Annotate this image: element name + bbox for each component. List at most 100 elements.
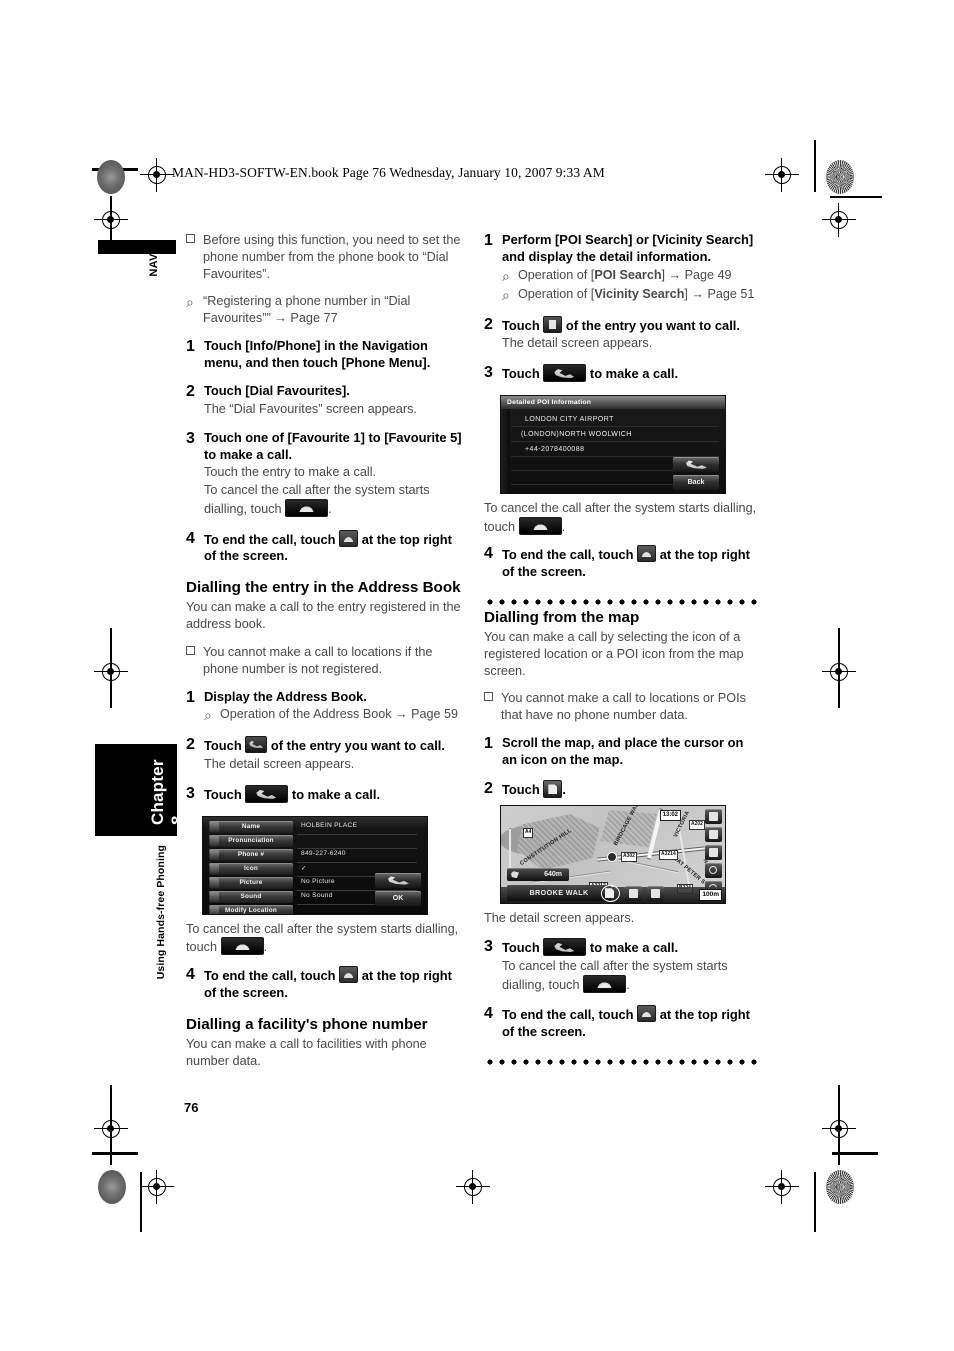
crop-mark-bottom-left	[92, 1152, 138, 1155]
density-dot-bottom-left	[98, 1170, 126, 1204]
poi-call-button[interactable]	[673, 456, 719, 472]
right-step-1: 1 Perform [POI Search] or [Vicinity Sear…	[484, 232, 762, 304]
ab-key-sound: Sound	[209, 890, 293, 903]
address-book-step-2: 2 Touch of the entry you want to call. T…	[186, 736, 464, 773]
caption-text-post: .	[263, 940, 268, 955]
make-call-button-icon	[543, 364, 587, 383]
step-number: 4	[186, 529, 195, 547]
right-step-2: 2 Touch of the entry you want to call. T…	[484, 315, 762, 353]
touch-text-post: to make a call.	[589, 940, 679, 956]
poi-separator	[511, 440, 719, 442]
registration-mark-upper-left	[94, 203, 128, 237]
ab-value-picture: No Picture	[301, 877, 335, 885]
reference-text: “Registering a phone number in “Dial Fav…	[203, 294, 411, 326]
end-call-button-icon	[339, 529, 359, 547]
step-subtext: The “Dial Favourites” screen appears.	[204, 402, 417, 417]
map-shield-a202: A202	[689, 820, 705, 831]
hangup-button-icon	[518, 516, 562, 535]
step-number: 2	[186, 736, 195, 754]
ref-post: ] → Page 51	[684, 286, 755, 301]
touch-text-post: to make a call.	[589, 366, 679, 382]
end-call-text-pre: To end the call, touch	[502, 547, 634, 563]
map-distance-indicator: 640m	[507, 868, 569, 882]
step-heading: Touch of the entry you want to call.	[502, 315, 762, 335]
touch-text-pre: Touch	[204, 738, 242, 754]
section-title-address-book: Dialling the entry in the Address Book	[186, 579, 461, 597]
crop-line-mid-right-vert	[838, 628, 840, 708]
section-divider-dots-top	[484, 598, 762, 605]
hangup-button-icon	[583, 974, 627, 993]
ab-value-name: HOLBEIN PLACE	[301, 821, 358, 829]
map-step-1: 1 Scroll the map, and place the cursor o…	[484, 735, 762, 769]
ref-post: ] → Page 49	[661, 267, 732, 282]
step-heading: Display the Address Book.	[204, 688, 367, 704]
crop-mark-bottom-right	[832, 1152, 878, 1155]
reference-text: Operation of the Address Book → Page 59	[220, 707, 459, 722]
step-number: 4	[484, 1005, 493, 1023]
touch-text-post: of the entry you want to call.	[270, 738, 445, 754]
note-dial-favourites: Before using this function, you need to …	[186, 232, 464, 282]
section-body-facility: You can make a call to facilities with p…	[186, 1036, 427, 1068]
map-shield-a302: A302	[621, 852, 637, 863]
map-route-view-button[interactable]	[705, 827, 722, 843]
end-call-button-icon	[637, 1005, 657, 1023]
step-heading: To end the call, touch at the top right …	[204, 529, 464, 566]
map-shield-a3214: A3214	[659, 850, 678, 861]
step-number: 3	[484, 938, 493, 956]
left-column: Before using this function, you need to …	[186, 232, 464, 1080]
ab-value-phone: 849-227-6240	[301, 849, 346, 857]
poi-back-button[interactable]: Back	[673, 474, 719, 490]
ref-pre: Operation of [	[518, 286, 595, 301]
map-zoom-out-button[interactable]	[705, 863, 722, 879]
step-heading: Touch [Dial Favourites].	[204, 383, 350, 399]
map-info-button-icon	[543, 780, 563, 799]
poi-screen-title: Detailed POI Information	[501, 395, 725, 409]
poi-line-address: (LONDON)NORTH WOOLWICH	[521, 430, 632, 438]
ab-value-icon: ✓	[301, 864, 307, 872]
poi-detail-screenshot: Detailed POI Information LONDON CITY AIR…	[500, 394, 726, 494]
step-number: 1	[186, 337, 195, 355]
ref-bold: POI Search	[594, 267, 662, 282]
registration-mark-bottom-left	[140, 1170, 174, 1204]
poi-line-phone: +44-2078400088	[525, 445, 585, 453]
ab-ok-button[interactable]: OK	[375, 890, 421, 906]
section-body-address-book: You can make a call to the entry registe…	[186, 600, 461, 632]
step-number: 3	[186, 429, 195, 447]
reference-registering-phone-number: ⌕ “Registering a phone number in “Dial F…	[186, 293, 464, 327]
right-column: 1 Perform [POI Search] or [Vicinity Sear…	[484, 232, 762, 1069]
map-clock: 13:02	[659, 810, 681, 822]
map-scale-label: 100m	[699, 889, 722, 902]
note-square-icon	[186, 644, 203, 678]
make-call-button-icon	[543, 938, 587, 957]
step-heading: Touch one of [Favourite 1] to [Favourite…	[204, 429, 462, 462]
step-subtext: The detail screen appears.	[204, 757, 355, 772]
ab-call-button[interactable]	[375, 872, 421, 888]
note-text: Before using this function, you need to …	[203, 233, 461, 281]
note-map: You cannot make a call to locations or P…	[484, 690, 762, 724]
right-step-4: 4 To end the call, touch at the top righ…	[484, 545, 762, 581]
reference-text: Operation of [POI Search] → Page 49	[518, 268, 732, 285]
phonebook-entry-button-icon	[245, 736, 268, 754]
step-heading: Perform [POI Search] or [Vicinity Search…	[502, 232, 754, 264]
map-volume-button[interactable]	[625, 886, 642, 902]
step-heading: Touch to make a call.	[204, 784, 464, 804]
map-compass-button[interactable]	[705, 809, 722, 825]
chapter-subtitle-label: Using Hands-free Phoning	[155, 845, 167, 980]
registration-mark-bottom-center	[456, 1170, 490, 1204]
address-book-detail-screenshot: Name HOLBEIN PLACE Pronunciation Phone #…	[202, 815, 428, 915]
touch-text-pre: Touch	[502, 366, 540, 382]
map-step-2: 2 Touch .	[484, 780, 762, 799]
address-book-step-4: 4 To end the call, touch at the top righ…	[186, 966, 464, 1002]
crop-line-bottom-right-vert	[814, 1172, 816, 1232]
map-cursor-button[interactable]	[705, 845, 722, 861]
reference-hook-icon: ⌕	[204, 707, 212, 724]
step-number: 1	[186, 688, 195, 706]
end-call-text-pre: To end the call, touch	[204, 968, 336, 984]
step-subtext-1: Touch the entry to make a call.	[204, 465, 377, 480]
step-number: 2	[484, 780, 493, 798]
reference-hook-icon: ⌕	[502, 267, 510, 284]
step-number: 1	[484, 734, 493, 752]
map-destination-button[interactable]	[647, 886, 664, 902]
step-heading: Touch of the entry you want to call.	[204, 736, 464, 755]
density-dot-bottom-right	[826, 1170, 854, 1204]
